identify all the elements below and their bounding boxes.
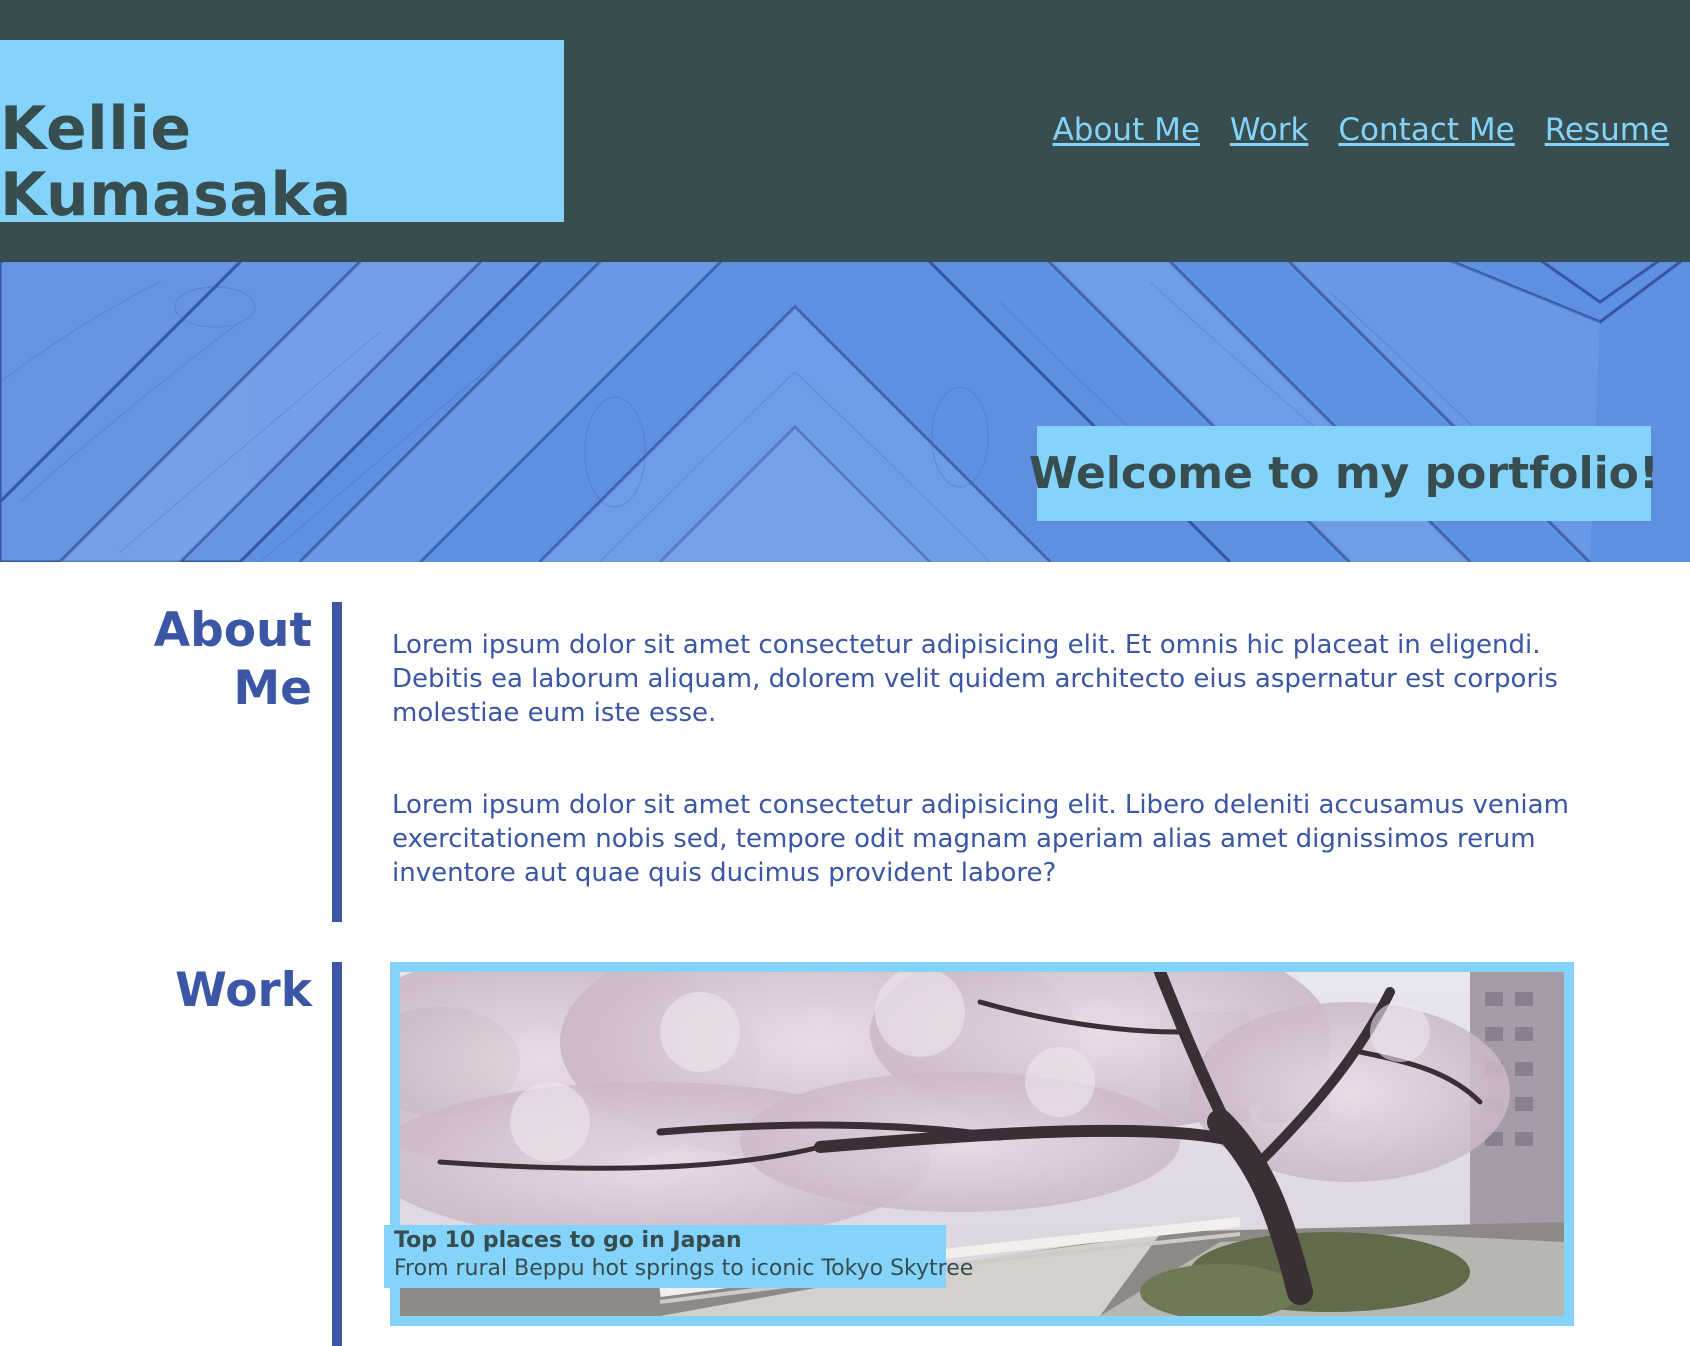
about-me-heading: About Me — [120, 602, 312, 718]
nav-link-contact-me[interactable]: Contact Me — [1338, 112, 1514, 148]
work-card-caption[interactable]: Top 10 places to go in Japan From rural … — [384, 1225, 974, 1288]
about-paragraph: Lorem ipsum dolor sit amet consectetur a… — [392, 790, 1569, 888]
work-card-title: Top 10 places to go in Japan — [394, 1228, 742, 1253]
welcome-banner: Welcome to my portfolio! — [1029, 426, 1659, 521]
main-nav: About Me Work Contact Me Resume — [1053, 112, 1669, 148]
site-owner-name: Kellie Kumasaka — [0, 94, 352, 230]
welcome-heading: Welcome to my portfolio! — [1029, 448, 1659, 499]
nav-link-work[interactable]: Work — [1230, 112, 1309, 148]
about-paragraph: Lorem ipsum dolor sit amet consectetur a… — [392, 630, 1558, 728]
about-me-content: Lorem ipsum dolor sit amet consectetur a… — [392, 628, 1622, 948]
about-me-heading-line2: Me — [233, 661, 312, 716]
hero-banner: Welcome to my portfolio! — [0, 262, 1690, 562]
work-card-subtitle: From rural Beppu hot springs to iconic T… — [394, 1256, 974, 1281]
work-heading: Work — [175, 963, 312, 1018]
work-divider — [332, 962, 342, 1346]
nav-link-resume[interactable]: Resume — [1545, 112, 1669, 148]
name-banner: Kellie Kumasaka — [0, 40, 564, 228]
site-header: Kellie Kumasaka About Me Work Contact Me… — [0, 0, 1690, 262]
about-me-divider — [332, 602, 342, 922]
nav-link-about-me[interactable]: About Me — [1053, 112, 1200, 148]
about-me-heading-line1: About — [153, 603, 312, 658]
